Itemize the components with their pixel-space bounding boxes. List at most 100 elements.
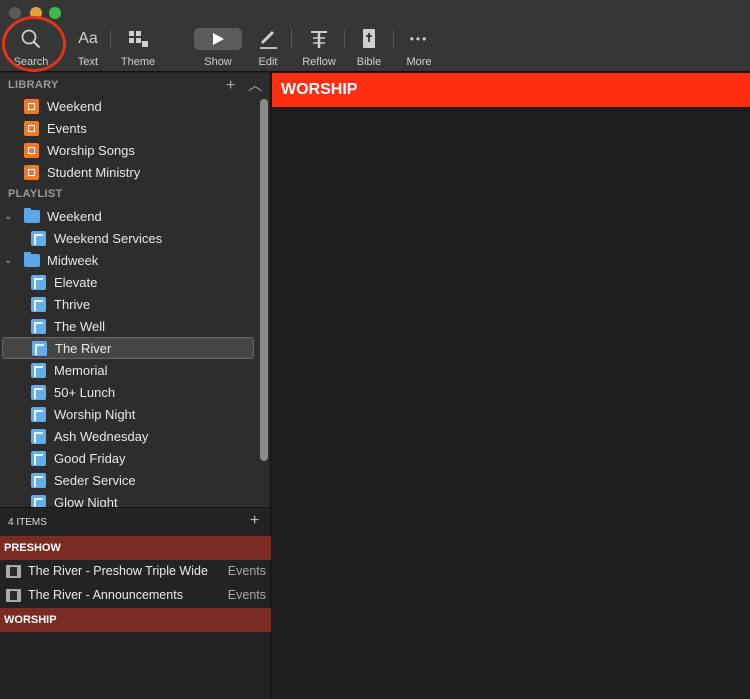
library-item-label: Weekend [47, 98, 102, 114]
library-icon [24, 142, 39, 158]
reflow-button[interactable]: Reflow [300, 26, 338, 70]
playlist-item-elevate[interactable]: Elevate [0, 271, 258, 293]
more-button[interactable]: ••• More [402, 26, 436, 70]
folder-icon [24, 251, 40, 267]
section-header-preshow[interactable]: PRESHOW [0, 536, 271, 560]
playlist-folder-weekend[interactable]: ⌄ Weekend [0, 205, 258, 227]
playlist-label: Ash Wednesday [54, 428, 149, 444]
playlist-item-the-well[interactable]: The Well [0, 315, 258, 337]
playlist-item-memorial[interactable]: Memorial [0, 359, 258, 381]
play-icon [194, 28, 242, 50]
playlist-folder-midweek[interactable]: ⌄ Midweek [0, 249, 258, 271]
playlist-items-panel: 4 ITEMS + PRESHOW The River - Preshow Tr… [0, 507, 271, 699]
playlist-item-ash-wednesday[interactable]: Ash Wednesday [0, 425, 258, 447]
playlist-label: Memorial [54, 362, 108, 378]
playlist-label: Worship Night [54, 406, 136, 422]
sidebar: LIBRARY + ︿ Weekend Events Worship Songs… [0, 73, 271, 507]
library-item-worship-songs[interactable]: Worship Songs [0, 139, 258, 161]
playlist-label: Glow Night [54, 494, 118, 508]
library-icon [24, 98, 39, 114]
library-item-label: Worship Songs [47, 142, 135, 158]
bible-button[interactable]: Bible [354, 26, 384, 70]
show-label: Show [204, 56, 232, 68]
playlist-icon [31, 362, 46, 378]
playlist-item-glow-night[interactable]: Glow Night [0, 491, 258, 507]
playlist-item-50-lunch[interactable]: 50+ Lunch [0, 381, 258, 403]
playlist-icon [31, 274, 46, 290]
search-label: Search [13, 56, 49, 68]
playlist-item-weekend-services[interactable]: Weekend Services [0, 227, 258, 249]
playlist-item-the-river[interactable]: The River [2, 337, 254, 359]
library-item-weekend[interactable]: Weekend [0, 95, 258, 117]
ellipsis-icon: ••• [409, 32, 429, 46]
playlist-item-worship-night[interactable]: Worship Night [0, 403, 258, 425]
pencil-icon [257, 26, 279, 52]
playlist-label: Seder Service [54, 472, 136, 488]
search-icon [20, 26, 42, 52]
disclosure-chevron-icon[interactable]: ⌄ [4, 255, 12, 266]
section-header-banner[interactable]: WORSHIP [272, 73, 750, 107]
library-icon [24, 164, 39, 180]
playlist-icon [31, 384, 46, 400]
add-item-icon[interactable]: + [250, 512, 259, 530]
library-icon [24, 120, 39, 136]
playlist-icon [31, 230, 46, 246]
playlist-label: Thrive [54, 296, 91, 312]
library-item-label: Events [47, 120, 87, 136]
playlist-label: Elevate [54, 274, 98, 290]
disclosure-chevron-icon[interactable]: ⌄ [4, 211, 12, 222]
collapse-chevron-icon[interactable]: ︿ [248, 75, 262, 95]
playlist-icon [31, 406, 46, 422]
text-label: Text [77, 56, 99, 68]
window-zoom-button[interactable] [49, 7, 61, 19]
library-item-events[interactable]: Events [0, 117, 258, 139]
reflow-label: Reflow [302, 56, 336, 68]
theme-button[interactable]: Theme [120, 26, 156, 70]
window-minimize-button[interactable] [30, 7, 42, 19]
toolbar: Search Aa Text Theme Show Edit Reflow Bi… [0, 0, 750, 72]
playlist-heading: PLAYLIST [8, 188, 63, 200]
text-button[interactable]: Aa Text [74, 26, 102, 70]
text-icon: Aa [78, 30, 98, 47]
theme-icon [127, 26, 149, 52]
edit-label: Edit [258, 56, 278, 68]
toolbar-divider [110, 30, 111, 48]
playlist-item-seder-service[interactable]: Seder Service [0, 469, 258, 491]
playlist-label: 50+ Lunch [54, 384, 116, 400]
presentation-icon [6, 564, 21, 578]
playlist-label: Weekend Services [54, 230, 163, 246]
bible-label: Bible [356, 56, 382, 68]
playlist-entry[interactable]: The River - Preshow Triple Wide Events [0, 560, 271, 582]
playlist-item-good-friday[interactable]: Good Friday [0, 447, 258, 469]
show-button[interactable]: Show [194, 26, 242, 70]
playlist-label: Midweek [47, 252, 99, 268]
reflow-icon [308, 26, 330, 52]
theme-label: Theme [120, 56, 156, 68]
edit-button[interactable]: Edit [256, 26, 280, 70]
playlist-icon [31, 472, 46, 488]
sidebar-scrollbar[interactable] [260, 99, 268, 461]
playlist-label: The Well [54, 318, 106, 334]
window-close-button[interactable] [9, 7, 21, 19]
playlist-label: The River [55, 340, 112, 356]
playlist-icon [31, 450, 46, 466]
playlist-label: Weekend [47, 208, 102, 224]
search-button[interactable]: Search [12, 26, 50, 70]
add-icon[interactable]: + [226, 77, 235, 95]
playlist-item-thrive[interactable]: Thrive [0, 293, 258, 315]
items-count: 4 ITEMS [8, 517, 47, 528]
playlist-icon [31, 318, 46, 334]
library-item-student-ministry[interactable]: Student Ministry [0, 161, 258, 183]
presentation-icon [6, 588, 21, 602]
playlist-entry[interactable]: The River - Announcements Events [0, 584, 271, 606]
entry-library: Events [227, 588, 266, 602]
playlist-icon [31, 428, 46, 444]
main-content: WORSHIP [272, 73, 750, 699]
playlist-icon [31, 296, 46, 312]
toolbar-divider [291, 30, 292, 48]
toolbar-divider [393, 30, 394, 48]
playlist-icon [32, 340, 47, 356]
bible-icon [361, 26, 377, 52]
toolbar-divider [344, 30, 345, 48]
section-header-worship[interactable]: WORSHIP [0, 608, 271, 632]
